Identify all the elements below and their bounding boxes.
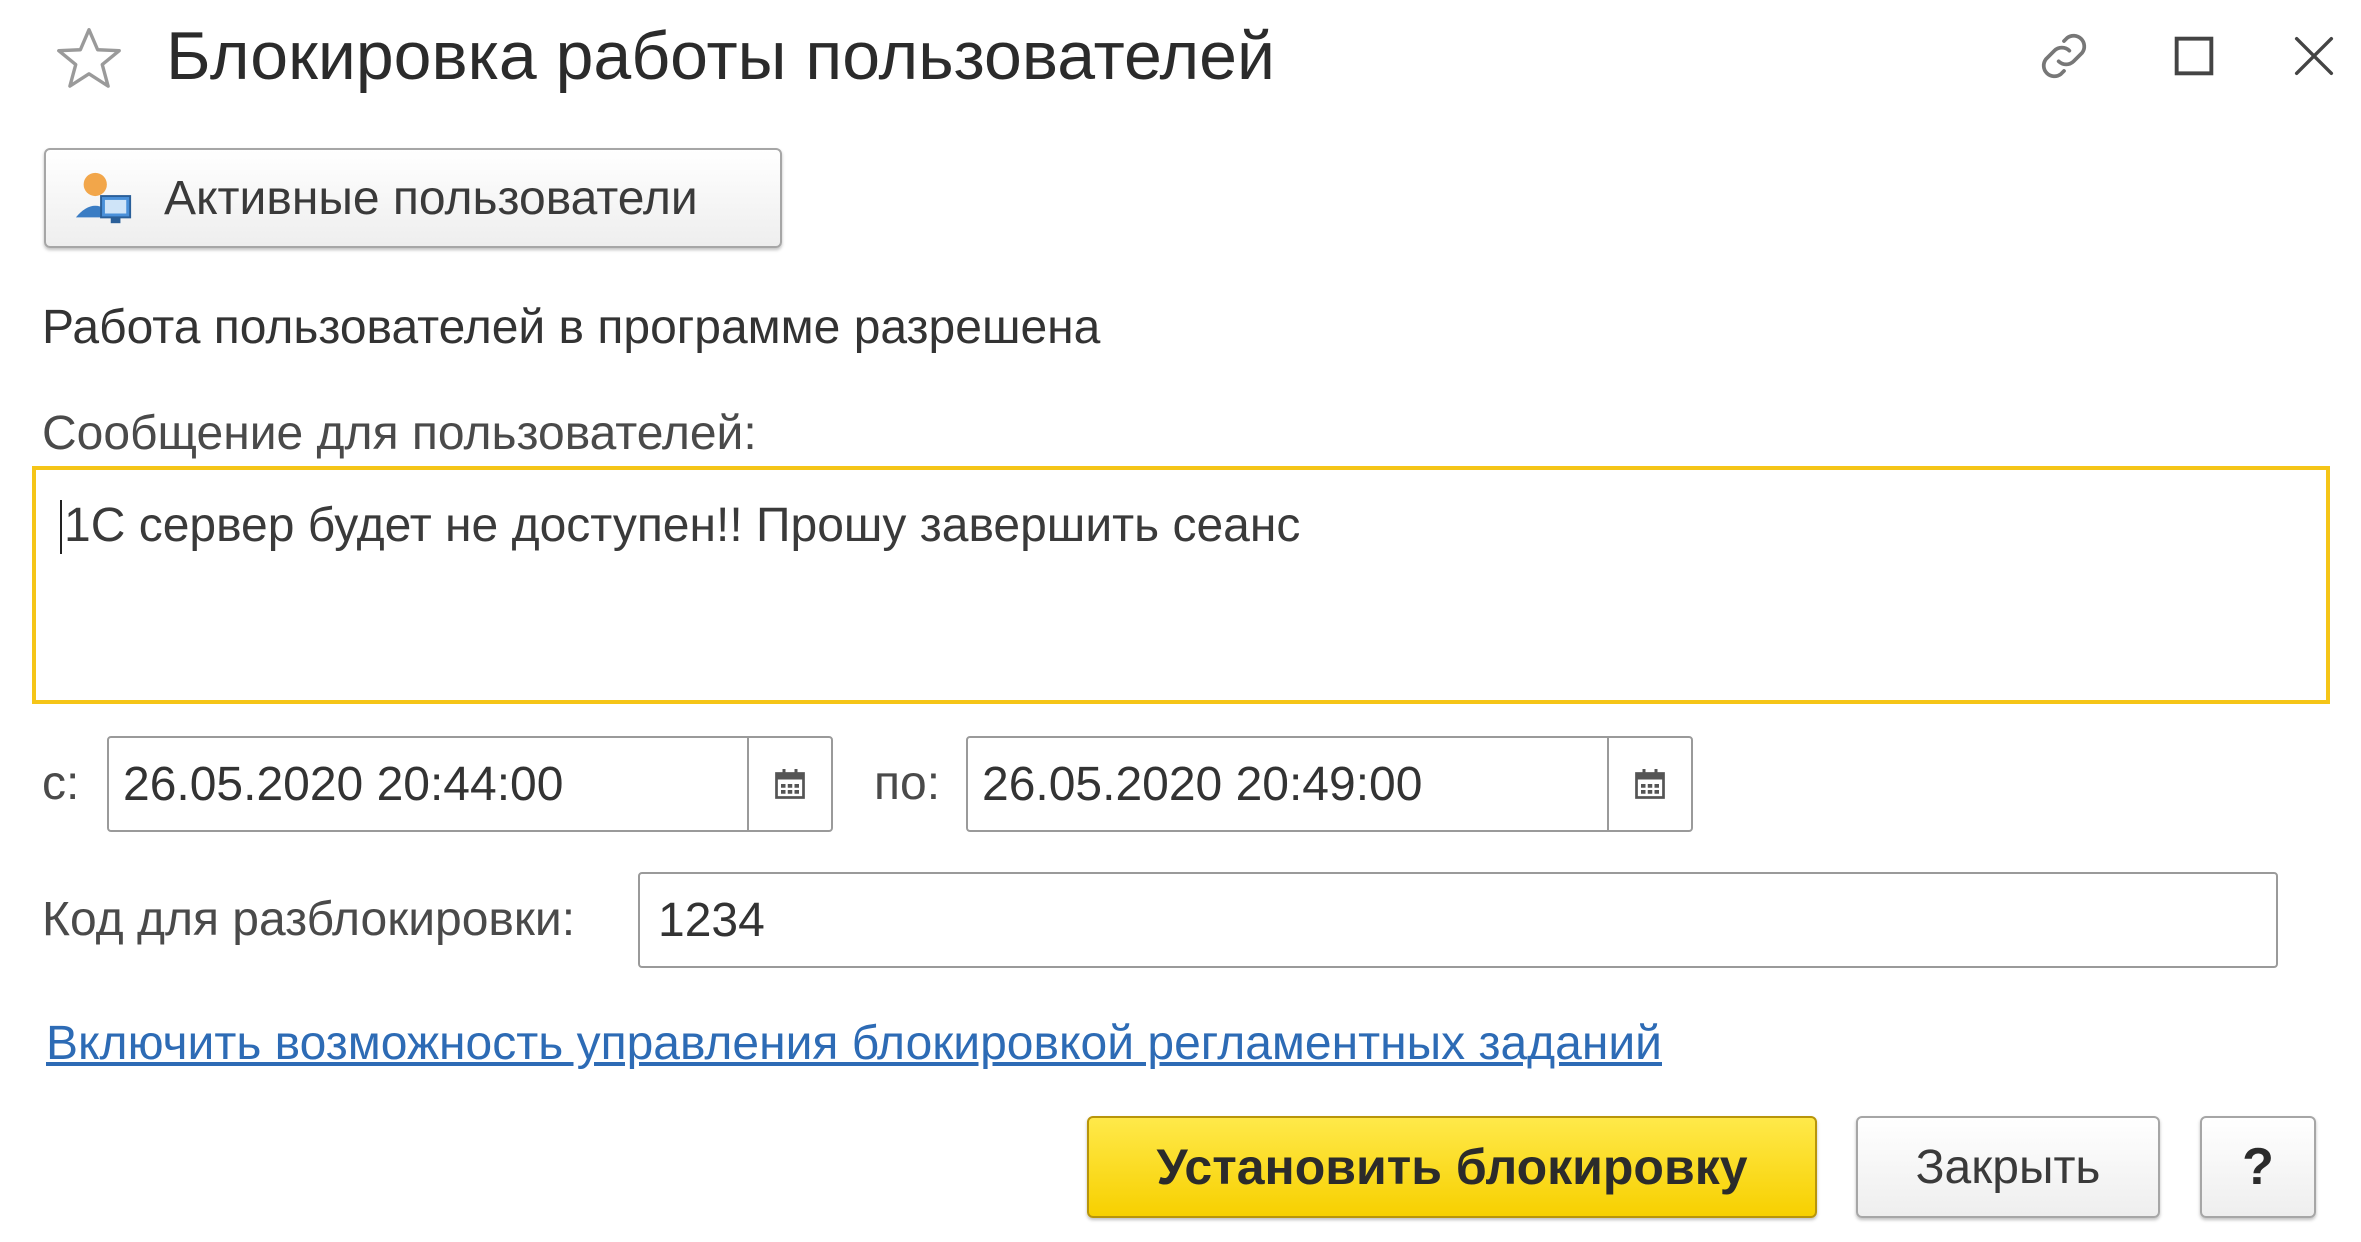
calendar-icon[interactable] (747, 738, 831, 830)
active-users-label: Активные пользователи (164, 171, 698, 225)
link-icon[interactable] (2026, 18, 2102, 94)
to-date-value[interactable]: 26.05.2020 20:49:00 (968, 738, 1607, 830)
status-text: Работа пользователей в программе разреше… (42, 301, 1101, 354)
from-label: с: (42, 757, 80, 810)
close-button[interactable]: Закрыть (1856, 1116, 2160, 1218)
maximize-icon[interactable] (2156, 18, 2232, 94)
text-caret (60, 500, 62, 554)
message-textarea[interactable]: 1С сервер будет не доступен!! Прошу заве… (32, 466, 2330, 704)
from-date-value[interactable]: 26.05.2020 20:44:00 (109, 738, 747, 830)
to-date-field[interactable]: 26.05.2020 20:49:00 (966, 736, 1693, 832)
set-lock-button[interactable]: Установить блокировку (1087, 1116, 1817, 1218)
help-button[interactable]: ? (2200, 1116, 2316, 1218)
to-label: по: (874, 757, 941, 810)
scheduled-jobs-lock-link[interactable]: Включить возможность управления блокиров… (46, 1012, 1662, 1076)
star-icon[interactable] (52, 22, 126, 96)
page-title: Блокировка работы пользователей (166, 18, 1275, 94)
message-label: Сообщение для пользователей: (42, 407, 757, 460)
calendar-icon[interactable] (1607, 738, 1691, 830)
active-users-button[interactable]: Активные пользователи (44, 148, 782, 248)
unlock-code-label: Код для разблокировки: (42, 893, 576, 946)
close-icon[interactable] (2276, 18, 2352, 94)
users-icon (72, 167, 134, 229)
message-text: 1С сервер будет не доступен!! Прошу заве… (64, 499, 1301, 552)
unlock-code-input[interactable]: 1234 (638, 872, 2278, 968)
from-date-field[interactable]: 26.05.2020 20:44:00 (107, 736, 833, 832)
